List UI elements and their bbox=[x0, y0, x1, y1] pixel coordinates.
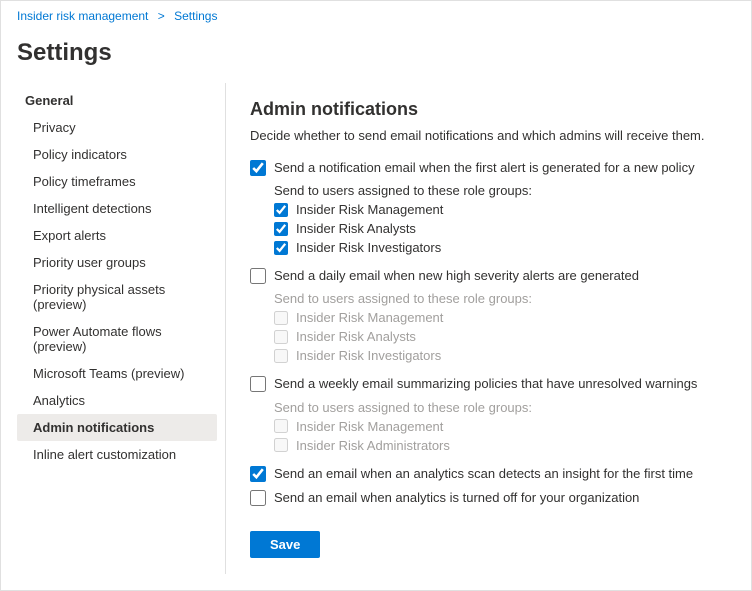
checkbox-new-policy[interactable] bbox=[250, 160, 266, 176]
checkbox-label-new-policy: Send a notification email when the first… bbox=[274, 159, 695, 177]
save-button[interactable]: Save bbox=[250, 531, 320, 558]
sidebar-item-priority-user-groups[interactable]: Priority user groups bbox=[17, 249, 217, 276]
breadcrumb: Insider risk management > Settings bbox=[1, 1, 751, 31]
sidebar-item-export-alerts[interactable]: Export alerts bbox=[17, 222, 217, 249]
panel-description: Decide whether to send email notificatio… bbox=[250, 128, 711, 143]
checkbox-label-unresolved: Send a weekly email summarizing policies… bbox=[274, 375, 697, 393]
section-high-severity: Send a daily email when new high severit… bbox=[250, 267, 711, 363]
checkbox-label-analytics-insight: Send an email when an analytics scan det… bbox=[274, 465, 693, 483]
role-group-item: Insider Risk Administrators bbox=[274, 438, 711, 453]
role-groups-label-1: Send to users assigned to these role gro… bbox=[274, 183, 711, 198]
checkbox-row-high-severity: Send a daily email when new high severit… bbox=[250, 267, 711, 285]
checkbox-insider-risk-mgmt-3[interactable] bbox=[274, 419, 288, 433]
checkbox-row-analytics-off: Send an email when analytics is turned o… bbox=[250, 489, 711, 507]
checkbox-analytics-turned-off[interactable] bbox=[250, 490, 266, 506]
checkbox-insider-risk-mgmt-2[interactable] bbox=[274, 311, 288, 325]
checkbox-insider-risk-investigators-1[interactable] bbox=[274, 241, 288, 255]
role-label-ira-2: Insider Risk Analysts bbox=[296, 329, 416, 344]
breadcrumb-current: Settings bbox=[174, 9, 217, 23]
sidebar-item-intelligent-detections[interactable]: Intelligent detections bbox=[17, 195, 217, 222]
role-label-irm-1: Insider Risk Management bbox=[296, 202, 443, 217]
sidebar: General Privacy Policy indicators Policy… bbox=[17, 83, 217, 574]
role-group-item: Insider Risk Management bbox=[274, 419, 711, 434]
role-groups-label-2: Send to users assigned to these role gro… bbox=[274, 291, 711, 306]
checkbox-insider-risk-analysts-2[interactable] bbox=[274, 330, 288, 344]
breadcrumb-separator: > bbox=[158, 9, 165, 23]
role-label-iri-1: Insider Risk Investigators bbox=[296, 240, 441, 255]
checkbox-unresolved-warnings[interactable] bbox=[250, 376, 266, 392]
sidebar-item-policy-indicators[interactable]: Policy indicators bbox=[17, 141, 217, 168]
sidebar-item-inline-alert-customization[interactable]: Inline alert customization bbox=[17, 441, 217, 468]
sidebar-item-microsoft-teams[interactable]: Microsoft Teams (preview) bbox=[17, 360, 217, 387]
checkbox-row-analytics-insight: Send an email when an analytics scan det… bbox=[250, 465, 711, 483]
breadcrumb-parent[interactable]: Insider risk management bbox=[17, 9, 148, 23]
page-wrapper: Insider risk management > Settings Setti… bbox=[0, 0, 752, 591]
sidebar-item-privacy[interactable]: Privacy bbox=[17, 114, 217, 141]
checkbox-row-unresolved: Send a weekly email summarizing policies… bbox=[250, 375, 711, 393]
role-group-item: Insider Risk Management bbox=[274, 202, 711, 217]
section-new-policy-alert: Send a notification email when the first… bbox=[250, 159, 711, 255]
section-standalone: Send an email when an analytics scan det… bbox=[250, 465, 711, 507]
checkbox-analytics-insight[interactable] bbox=[250, 466, 266, 482]
sidebar-item-analytics[interactable]: Analytics bbox=[17, 387, 217, 414]
checkbox-insider-risk-admins-3[interactable] bbox=[274, 438, 288, 452]
checkbox-insider-risk-investigators-2[interactable] bbox=[274, 349, 288, 363]
page-title: Settings bbox=[1, 31, 751, 83]
sidebar-item-power-automate-flows[interactable]: Power Automate flows (preview) bbox=[17, 318, 217, 360]
checkbox-row-new-policy: Send a notification email when the first… bbox=[250, 159, 711, 177]
panel-title: Admin notifications bbox=[250, 99, 711, 120]
role-label-iri-2: Insider Risk Investigators bbox=[296, 348, 441, 363]
role-label-ira-1: Insider Risk Analysts bbox=[296, 221, 416, 236]
sidebar-item-priority-physical-assets[interactable]: Priority physical assets (preview) bbox=[17, 276, 217, 318]
checkbox-label-high-severity: Send a daily email when new high severit… bbox=[274, 267, 639, 285]
checkbox-insider-risk-mgmt-1[interactable] bbox=[274, 203, 288, 217]
sidebar-section-header: General bbox=[17, 87, 217, 114]
role-label-irm-3: Insider Risk Management bbox=[296, 419, 443, 434]
role-label-ira-3: Insider Risk Administrators bbox=[296, 438, 450, 453]
role-group-item: Insider Risk Management bbox=[274, 310, 711, 325]
checkbox-high-severity[interactable] bbox=[250, 268, 266, 284]
role-group-item: Insider Risk Analysts bbox=[274, 329, 711, 344]
role-group-item: Insider Risk Investigators bbox=[274, 348, 711, 363]
checkbox-label-analytics-off: Send an email when analytics is turned o… bbox=[274, 489, 639, 507]
role-group-item: Insider Risk Investigators bbox=[274, 240, 711, 255]
role-group-item: Insider Risk Analysts bbox=[274, 221, 711, 236]
main-content: General Privacy Policy indicators Policy… bbox=[1, 83, 751, 590]
checkbox-insider-risk-analysts-1[interactable] bbox=[274, 222, 288, 236]
role-groups-label-3: Send to users assigned to these role gro… bbox=[274, 400, 711, 415]
panel: Admin notifications Decide whether to se… bbox=[225, 83, 735, 574]
role-label-irm-2: Insider Risk Management bbox=[296, 310, 443, 325]
section-unresolved-warnings: Send a weekly email summarizing policies… bbox=[250, 375, 711, 452]
sidebar-item-admin-notifications[interactable]: Admin notifications bbox=[17, 414, 217, 441]
sidebar-item-policy-timeframes[interactable]: Policy timeframes bbox=[17, 168, 217, 195]
